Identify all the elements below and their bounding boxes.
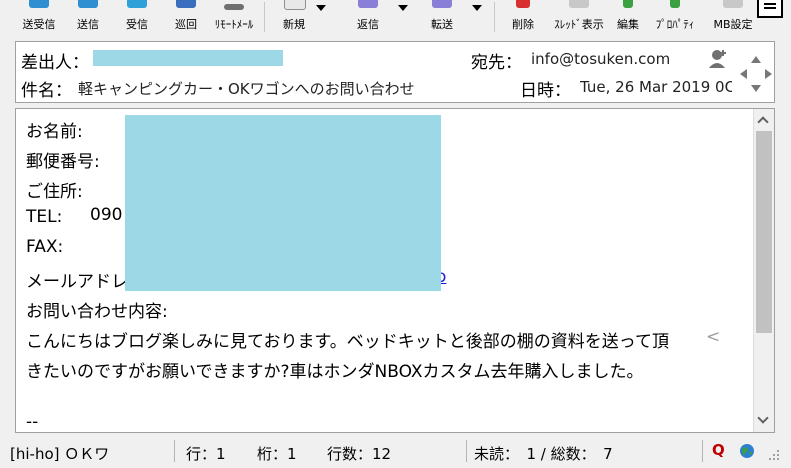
body-line-name: お名前: (26, 122, 83, 142)
personal-info-redacted (125, 115, 441, 291)
forward-label: 転送 (431, 18, 453, 31)
properties-label: ﾌﾟﾛﾊﾟﾃｨ (655, 18, 695, 31)
scroll-down-icon[interactable] (757, 412, 769, 424)
status-separator (466, 440, 467, 462)
toolbar-separator (494, 2, 495, 32)
receive-button[interactable]: 受信 (117, 0, 157, 34)
patrol-icon (176, 0, 196, 8)
properties-button[interactable]: ﾌﾟﾛﾊﾟﾃｨ (650, 0, 700, 34)
body-line-fax: FAX: (26, 237, 64, 257)
new-mail-label: 新規 (283, 18, 305, 31)
message-header: 差出人： 宛先： info@tosuken.com 件名： 軽キャンピングカー・… (15, 41, 775, 103)
body-line-signature: -- (26, 412, 39, 432)
add-contact-icon[interactable] (707, 48, 729, 70)
reply-dropdown-icon[interactable] (398, 5, 408, 11)
subject-value: 軽キャンピングカー・OKワゴンへのお問い合わせ (78, 80, 415, 98)
status-separator (174, 440, 175, 462)
status-row: 行：1 (186, 445, 226, 463)
from-value-redacted (93, 50, 283, 66)
mailbox-settings-label: MB設定 (713, 18, 753, 31)
date-value: Tue, 26 Mar 2019 0C (580, 78, 732, 96)
body-line-message-1: こんにちはブログ楽しみに見ております。ベッドキットと後部の棚の資料を送って頂 (26, 332, 669, 352)
delete-label: 削除 (512, 18, 534, 31)
delete-icon (516, 0, 530, 8)
toolbar-separator (264, 2, 265, 32)
new-mail-dropdown-icon[interactable] (316, 5, 326, 11)
body-line-message-2: きたいのですがお願いできますか?車はホンダNBOXカスタム去年購入しました。 (26, 362, 644, 382)
body-line-email: メールアドレ (26, 272, 128, 292)
remote-mail-icon (224, 4, 244, 10)
menu-icon[interactable] (757, 0, 783, 18)
date-label: 日時： (520, 81, 571, 101)
edit-button[interactable]: 編集 (611, 0, 645, 34)
status-bar: [hi-ho] ＯＫワ 行：1 桁：1 行数：12 未読： 1 / 総数： 7 … (0, 437, 791, 468)
body-line-postal: 郵便番号: (26, 152, 100, 172)
receive-icon (127, 0, 147, 8)
forward-dropdown-icon[interactable] (472, 5, 482, 11)
message-body[interactable]: お名前: 郵便番号: ご住所: TEL: 090 FAX: メールアドレ o お… (15, 108, 775, 433)
mailbox-settings-button[interactable]: MB設定 (708, 0, 758, 34)
tel-partial: 090 (90, 205, 123, 225)
forward-icon (432, 0, 452, 8)
body-line-address: ご住所: (26, 182, 83, 202)
properties-icon (670, 0, 680, 8)
thread-view-button[interactable]: ｽﾚｯﾄﾞ表示 (551, 0, 607, 34)
reply-label: 返信 (357, 18, 379, 31)
q-badge[interactable]: Q (712, 441, 725, 459)
to-label: 宛先： (471, 53, 522, 73)
send-receive-label: 送受信 (22, 18, 56, 31)
status-separator (702, 440, 703, 462)
vertical-scrollbar[interactable] (753, 109, 774, 432)
status-account: [hi-ho] ＯＫワ (10, 445, 110, 463)
forward-button[interactable]: 転送 (420, 0, 464, 34)
from-label: 差出人： (21, 53, 89, 73)
navigation-arrows-icon[interactable] (738, 54, 774, 94)
thread-view-label: ｽﾚｯﾄﾞ表示 (554, 18, 604, 31)
resize-grip-icon[interactable] (765, 446, 781, 462)
new-mail-button[interactable]: 新規 (272, 0, 316, 34)
reply-icon (358, 0, 378, 8)
patrol-button[interactable]: 巡回 (166, 0, 206, 34)
edit-icon (623, 0, 633, 8)
thread-view-icon (569, 0, 589, 8)
body-line-inquiry-label: お問い合わせ内容: (26, 302, 168, 322)
send-receive-icon (29, 0, 49, 8)
send-receive-button[interactable]: 送受信 (14, 0, 64, 34)
wrap-mark: < (706, 327, 721, 347)
reply-button[interactable]: 返信 (346, 0, 390, 34)
remote-mail-button[interactable]: ﾘﾓｰﾄﾒｰﾙ (208, 0, 260, 34)
subject-label: 件名： (21, 81, 72, 101)
remote-mail-label: ﾘﾓｰﾄﾒｰﾙ (214, 18, 254, 31)
delete-button[interactable]: 削除 (503, 0, 543, 34)
to-value[interactable]: info@tosuken.com (531, 50, 670, 68)
status-line-count: 行数：12 (327, 445, 392, 463)
globe-icon[interactable] (739, 443, 755, 459)
status-unread-total: 未読： 1 / 総数： 7 (474, 445, 613, 463)
status-col: 桁：1 (257, 445, 297, 463)
toolbar: 送受信 送信 受信 巡回 ﾘﾓｰﾄﾒｰﾙ 新規 返信 転送 削除 ｽﾚｯﾄﾞ表示 (0, 0, 791, 36)
scrollbar-thumb[interactable] (756, 131, 772, 333)
body-line-tel: TEL: (26, 207, 63, 227)
send-button[interactable]: 送信 (68, 0, 108, 34)
scroll-up-icon[interactable] (757, 116, 769, 128)
mailbox-settings-icon (723, 0, 743, 8)
send-icon (78, 0, 98, 8)
patrol-label: 巡回 (175, 18, 197, 31)
edit-label: 編集 (617, 18, 639, 31)
new-mail-icon (284, 0, 306, 10)
send-label: 送信 (77, 18, 99, 31)
receive-label: 受信 (126, 18, 148, 31)
